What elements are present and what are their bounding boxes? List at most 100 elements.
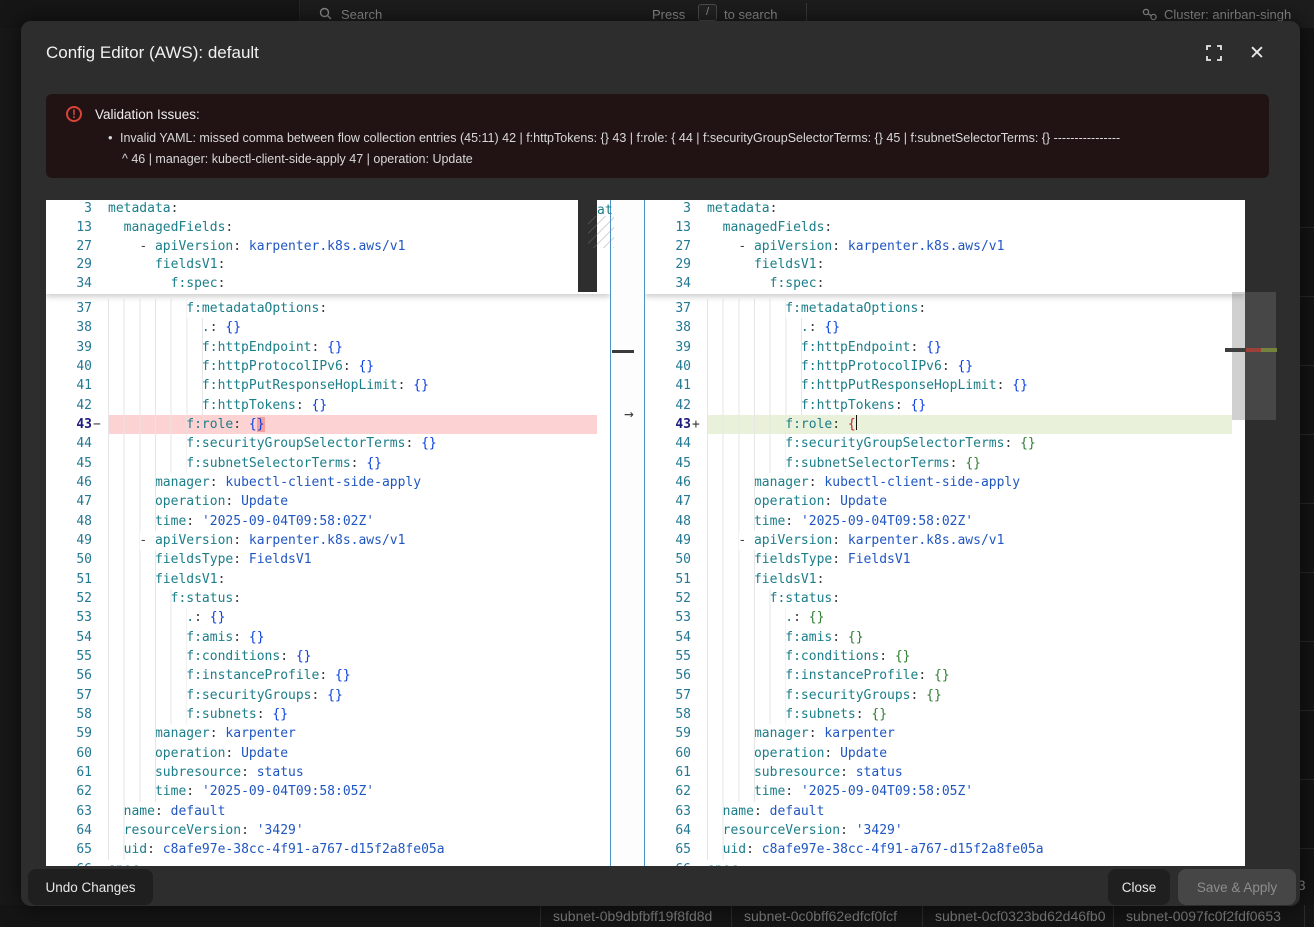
line-content[interactable]: f:httpEndpoint: {}	[108, 338, 597, 357]
code-line[interactable]: 52 f:status:	[46, 589, 610, 608]
line-content[interactable]: f:amis: {}	[707, 628, 1232, 647]
code-line[interactable]: 39 f:httpEndpoint: {}	[46, 338, 610, 357]
vertical-scrollbar[interactable]	[1232, 292, 1276, 420]
line-number[interactable]: 60	[645, 744, 691, 763]
line-content[interactable]: f:securityGroupSelectorTerms: {}	[108, 434, 597, 453]
line-content[interactable]: fieldsV1:	[707, 570, 1232, 589]
code-line[interactable]: 65 uid: c8afe97e-38cc-4f91-a767-d15f2a8f…	[46, 840, 610, 859]
code-line[interactable]: 59 manager: karpenter	[645, 724, 1245, 743]
line-number[interactable]: 34	[46, 275, 92, 294]
code-line[interactable]: 43+ f:role: {	[645, 415, 1245, 434]
line-number[interactable]: 56	[645, 666, 691, 685]
line-content[interactable]: name: default	[707, 802, 1232, 821]
line-content[interactable]: f:httpPutResponseHopLimit: {}	[707, 376, 1232, 395]
line-number[interactable]: 50	[46, 550, 92, 569]
code-line[interactable]: 63 name: default	[645, 802, 1245, 821]
line-content[interactable]: f:instanceProfile: {}	[108, 666, 597, 685]
line-content[interactable]: f:role: {}	[108, 415, 597, 434]
code-line[interactable]: 66spec:	[46, 860, 610, 866]
code-line[interactable]: 41 f:httpPutResponseHopLimit: {}	[645, 376, 1245, 395]
line-content[interactable]: fieldsV1:	[707, 256, 1232, 275]
line-number[interactable]: 48	[645, 512, 691, 531]
code-line[interactable]: 13 managedFields:	[46, 219, 610, 238]
line-number[interactable]: 54	[645, 628, 691, 647]
line-content[interactable]: f:httpPutResponseHopLimit: {}	[108, 376, 597, 395]
line-content[interactable]: name: default	[108, 802, 597, 821]
line-content[interactable]: .: {}	[108, 608, 597, 627]
line-content[interactable]: f:securityGroupSelectorTerms: {}	[707, 434, 1232, 453]
line-content[interactable]: subresource: status	[108, 763, 597, 782]
line-content[interactable]: f:subnetSelectorTerms: {}	[707, 454, 1232, 473]
code-line[interactable]: 34 f:spec:	[46, 275, 610, 294]
line-content[interactable]: f:securityGroups: {}	[707, 686, 1232, 705]
code-line[interactable]: 56 f:instanceProfile: {}	[46, 666, 610, 685]
line-content[interactable]: f:metadataOptions:	[707, 299, 1232, 318]
line-content[interactable]: f:httpTokens: {}	[108, 396, 597, 415]
line-content[interactable]: f:spec:	[707, 275, 1232, 294]
line-content[interactable]: time: '2025-09-04T09:58:02Z'	[108, 512, 597, 531]
modified-code-area[interactable]: 37 f:metadataOptions:38 .: {}39 f:httpEn…	[645, 299, 1245, 866]
line-content[interactable]: f:httpEndpoint: {}	[707, 338, 1232, 357]
line-content[interactable]: - apiVersion: karpenter.k8s.aws/v1	[108, 238, 597, 257]
line-number[interactable]: 43	[46, 415, 92, 434]
code-line[interactable]: 53 .: {}	[645, 608, 1245, 627]
line-number[interactable]: 53	[645, 608, 691, 627]
code-line[interactable]: 63 name: default	[46, 802, 610, 821]
line-content[interactable]: manager: kubectl-client-side-apply	[707, 473, 1232, 492]
line-number[interactable]: 49	[645, 531, 691, 550]
line-content[interactable]: time: '2025-09-04T09:58:05Z'	[108, 782, 597, 801]
fullscreen-icon[interactable]	[1205, 44, 1225, 64]
diff-sash[interactable]	[610, 200, 645, 866]
line-number[interactable]: 40	[645, 357, 691, 376]
line-number[interactable]: 65	[46, 840, 92, 859]
diff-pane-original[interactable]: 37 f:metadataOptions:38 .: {}39 f:httpEn…	[46, 200, 610, 866]
line-number[interactable]: 29	[645, 256, 691, 275]
diff-pane-modified[interactable]: 37 f:metadataOptions:38 .: {}39 f:httpEn…	[645, 200, 1245, 866]
line-content[interactable]: spec:	[108, 860, 597, 866]
code-line[interactable]: 37 f:metadataOptions:	[46, 299, 610, 318]
close-icon[interactable]: ✕	[1247, 44, 1267, 64]
code-line[interactable]: 47 operation: Update	[46, 492, 610, 511]
line-number[interactable]: 39	[645, 338, 691, 357]
line-number[interactable]: 34	[645, 275, 691, 294]
code-line[interactable]: 55 f:conditions: {}	[46, 647, 610, 666]
line-number[interactable]: 27	[645, 238, 691, 257]
line-content[interactable]: .: {}	[707, 608, 1232, 627]
line-content[interactable]: f:instanceProfile: {}	[707, 666, 1232, 685]
line-content[interactable]: manager: kubectl-client-side-apply	[108, 473, 597, 492]
line-content[interactable]: resourceVersion: '3429'	[108, 821, 597, 840]
line-number[interactable]: 63	[46, 802, 92, 821]
line-number[interactable]: 44	[46, 434, 92, 453]
line-number[interactable]: 46	[645, 473, 691, 492]
line-number[interactable]: 39	[46, 338, 92, 357]
code-line[interactable]: 51 fieldsV1:	[46, 570, 610, 589]
code-line[interactable]: 39 f:httpEndpoint: {}	[645, 338, 1245, 357]
line-content[interactable]: operation: Update	[707, 744, 1232, 763]
code-line[interactable]: 43− f:role: {}	[46, 415, 610, 434]
original-code-area[interactable]: 37 f:metadataOptions:38 .: {}39 f:httpEn…	[46, 299, 610, 866]
code-line[interactable]: 46 manager: kubectl-client-side-apply	[46, 473, 610, 492]
line-content[interactable]: f:httpTokens: {}	[707, 396, 1232, 415]
code-line[interactable]: 48 time: '2025-09-04T09:58:02Z'	[645, 512, 1245, 531]
line-content[interactable]: f:amis: {}	[108, 628, 597, 647]
code-line[interactable]: 54 f:amis: {}	[46, 628, 610, 647]
line-number[interactable]: 13	[645, 219, 691, 238]
line-number[interactable]: 61	[645, 763, 691, 782]
line-number[interactable]: 61	[46, 763, 92, 782]
line-content[interactable]: - apiVersion: karpenter.k8s.aws/v1	[108, 531, 597, 550]
code-line[interactable]: 40 f:httpProtocolIPv6: {}	[46, 357, 610, 376]
code-line[interactable]: 27 - apiVersion: karpenter.k8s.aws/v1	[46, 238, 610, 257]
line-number[interactable]: 29	[46, 256, 92, 275]
code-line[interactable]: 47 operation: Update	[645, 492, 1245, 511]
line-number[interactable]: 49	[46, 531, 92, 550]
code-line[interactable]: 60 operation: Update	[645, 744, 1245, 763]
line-content[interactable]: metadata:	[707, 200, 1232, 219]
code-line[interactable]: 38 .: {}	[645, 318, 1245, 337]
line-content[interactable]: spec:	[707, 860, 1232, 866]
line-number[interactable]: 53	[46, 608, 92, 627]
line-number[interactable]: 58	[46, 705, 92, 724]
line-content[interactable]: fieldsType: FieldsV1	[108, 550, 597, 569]
code-line[interactable]: 57 f:securityGroups: {}	[46, 686, 610, 705]
line-number[interactable]: 62	[46, 782, 92, 801]
line-number[interactable]: 55	[645, 647, 691, 666]
